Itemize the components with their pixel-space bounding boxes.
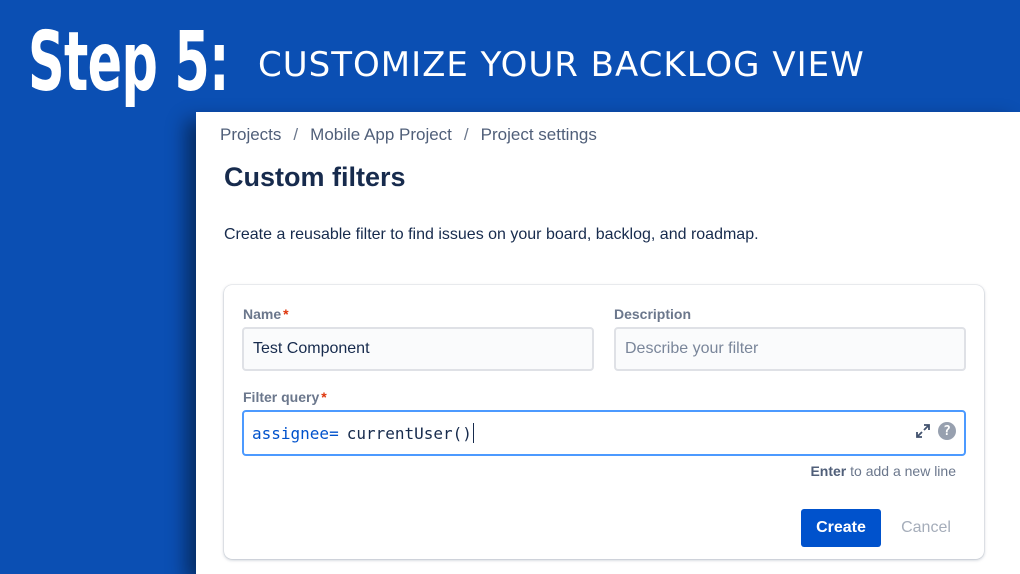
page-title: Custom filters — [224, 162, 406, 192]
name-label-text: Name — [243, 306, 282, 322]
breadcrumb-separator: / — [293, 125, 299, 144]
description-field[interactable]: Describe your filter — [614, 327, 966, 371]
query-tools: ? — [914, 422, 956, 440]
required-asterisk: * — [321, 389, 327, 405]
breadcrumb-mobile-app-project[interactable]: Mobile App Project — [310, 125, 452, 144]
filter-query-input[interactable]: assignee = currentUser() ? — [242, 410, 966, 456]
create-button[interactable]: Create — [801, 509, 881, 547]
expand-arrows-icon[interactable] — [914, 422, 932, 440]
query-hint: Enter to add a new line — [810, 463, 956, 479]
filter-form-card: Name * Test Component Description Describ… — [224, 285, 984, 559]
description-label: Description — [614, 306, 692, 322]
query-field-keyword: assignee — [252, 423, 330, 443]
hint-key: Enter — [810, 463, 847, 479]
cancel-button[interactable]: Cancel — [888, 509, 964, 547]
project-settings-panel: Projects / Mobile App Project / Project sett… — [196, 112, 1020, 574]
name-label: Name * — [243, 306, 289, 322]
hint-text: to add a new line — [846, 463, 956, 479]
question-circle-icon[interactable]: ? — [938, 422, 956, 440]
query-function: currentUser() — [346, 423, 472, 443]
hero-step-title: Step 5: — [28, 15, 229, 110]
query-operator: = — [329, 423, 339, 443]
filter-query-label-text: Filter query — [243, 389, 320, 405]
page-description: Create a reusable filter to find issues … — [224, 226, 759, 243]
breadcrumb-project-settings[interactable]: Project settings — [481, 125, 597, 144]
filter-query-label: Filter query * — [243, 389, 327, 405]
name-field[interactable]: Test Component — [242, 327, 594, 371]
required-asterisk: * — [283, 306, 289, 322]
text-cursor — [472, 423, 474, 443]
breadcrumb-separator: / — [463, 125, 469, 144]
breadcrumb-projects[interactable]: Projects — [220, 125, 281, 144]
breadcrumb: Projects / Mobile App Project / Project sett… — [220, 125, 597, 145]
hero-subtitle: CUSTOMIZE YOUR BACKLOG VIEW — [258, 45, 865, 85]
